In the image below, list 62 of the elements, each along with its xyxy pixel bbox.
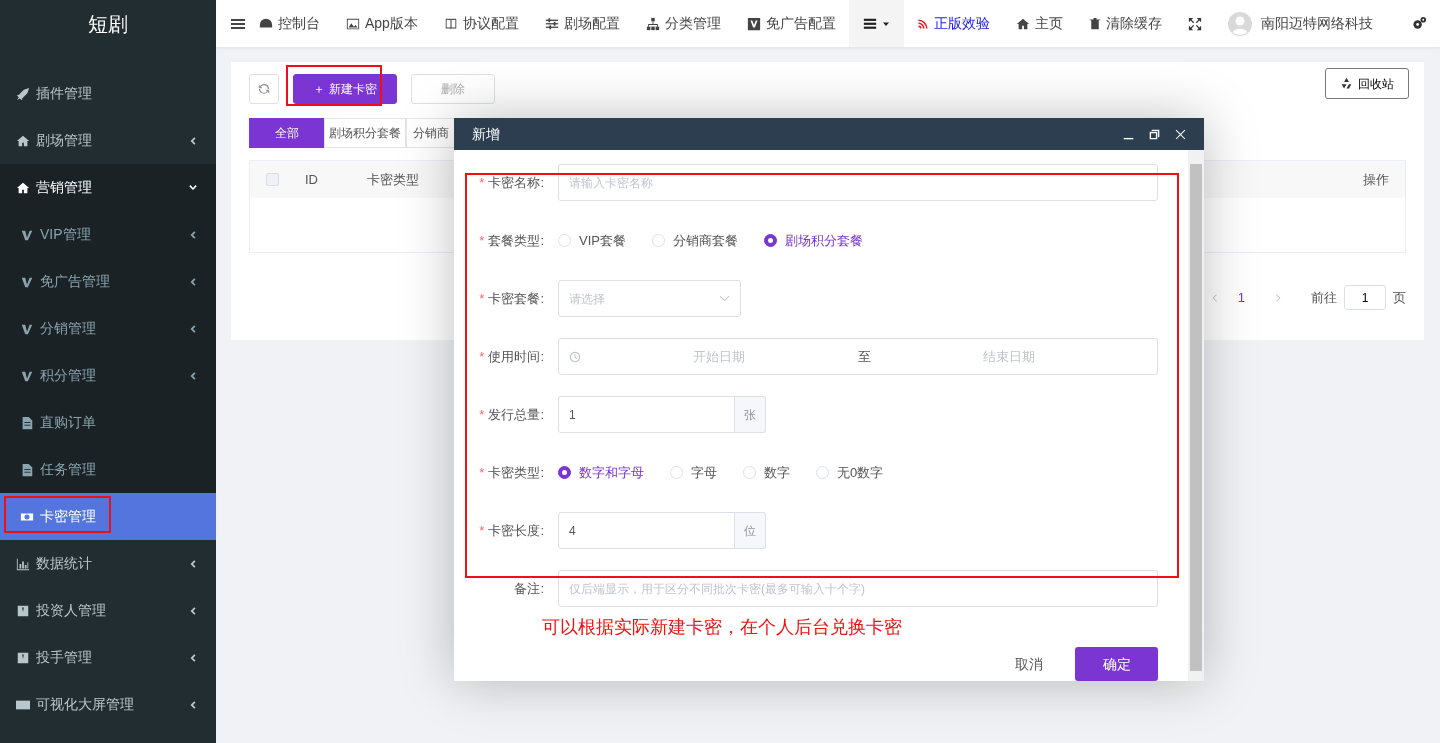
sidebar-item[interactable]: 可视化大屏管理 [0, 681, 216, 728]
dialog-title: 新增 [472, 124, 501, 144]
nav-link[interactable]: 剧场配置 [531, 0, 633, 47]
date-range-field[interactable]: 开始日期 至 结束日期 [558, 338, 1158, 375]
sidebar-item[interactable]: 任务管理 [0, 446, 216, 493]
radio-option[interactable]: 无0数字 [816, 462, 884, 483]
radio-option[interactable]: VIP套餐 [558, 230, 626, 251]
radio-option[interactable]: 数字和字母 [558, 462, 644, 483]
sidebar-item[interactable]: 插件管理 [0, 70, 216, 117]
field-label: * 卡密长度: [478, 521, 545, 540]
sidebar-item[interactable]: 投资人管理 [0, 587, 216, 634]
unit-addon: 张 [735, 396, 766, 433]
nav-link[interactable]: App版本 [333, 0, 431, 47]
confirm-button[interactable]: 确定 [1075, 647, 1158, 681]
sidebar-item[interactable]: VIP管理 [0, 211, 216, 258]
unit-addon: 位 [735, 512, 766, 549]
filter-tab[interactable]: 分销商 [406, 118, 455, 148]
column-header: 卡密类型 [367, 170, 419, 189]
field-label: * 卡密套餐: [478, 289, 545, 308]
sidebar-item[interactable]: 分销管理 [0, 305, 216, 352]
field-label: * 套餐类型: [478, 231, 545, 250]
nav-link[interactable]: 控制台 [246, 0, 333, 47]
column-header: ID [305, 170, 318, 189]
nav-link[interactable]: 主页 [1002, 0, 1076, 47]
user-menu[interactable]: 南阳迈特网络科技 [1214, 0, 1386, 47]
radio-option[interactable]: 分销商套餐 [651, 230, 738, 251]
radio-option[interactable]: 剧场积分套餐 [763, 230, 863, 251]
number-field[interactable]: 1 [558, 396, 735, 433]
field-label: * 卡密名称: [478, 173, 545, 192]
cancel-button[interactable]: 取消 [997, 647, 1061, 681]
sidebar-item[interactable]: 卡密管理 [0, 493, 216, 540]
recycle-bin-button[interactable]: 回收站 [1325, 68, 1409, 99]
text-field[interactable]: 请输入卡密名称 [558, 164, 1158, 201]
field-label: * 发行总量: [478, 405, 545, 424]
nav-link[interactable]: 正版效验 [903, 0, 1003, 47]
nav-link[interactable]: 免广告配置 [733, 0, 849, 47]
goto-label: 前往 [1311, 288, 1337, 307]
nav-link[interactable]: 清除缓存 [1075, 0, 1175, 47]
field-label: 备注: [513, 579, 545, 598]
sidebar-item[interactable]: 投手管理 [0, 634, 216, 681]
filter-tab[interactable]: 剧场积分套餐 [324, 118, 406, 148]
filter-tab[interactable]: 全部 [249, 118, 324, 148]
sidebar-item[interactable]: 剧场管理 [0, 117, 216, 164]
sidebar-item[interactable]: 营销管理 [0, 164, 216, 211]
annotation-text: 可以根据实际新建卡密，在个人后台兑换卡密 [542, 616, 903, 639]
column-header: 操作 [1363, 170, 1389, 189]
radio-option[interactable]: 字母 [670, 462, 717, 483]
sidebar-item[interactable]: 免广告管理 [0, 258, 216, 305]
page-suffix: 页 [1393, 288, 1406, 307]
sidebar-item[interactable]: 直购订单 [0, 399, 216, 446]
sidebar-item[interactable]: 数据统计 [0, 540, 216, 587]
page-input[interactable]: 1 [1344, 285, 1386, 310]
field-label: * 使用时间: [478, 347, 545, 366]
app-title: 短剧 [87, 11, 129, 37]
number-field[interactable]: 4 [558, 512, 735, 549]
radio-option[interactable]: 数字 [743, 462, 790, 483]
field-label: * 卡密类型: [478, 463, 545, 482]
nav-link[interactable]: 分类管理 [632, 0, 734, 47]
page-number[interactable]: 1 [1237, 287, 1245, 308]
sidebar-item[interactable]: 积分管理 [0, 352, 216, 399]
nav-link[interactable]: 协议配置 [430, 0, 532, 47]
new-card-button[interactable]: ＋ 新建卡密 [293, 74, 397, 104]
